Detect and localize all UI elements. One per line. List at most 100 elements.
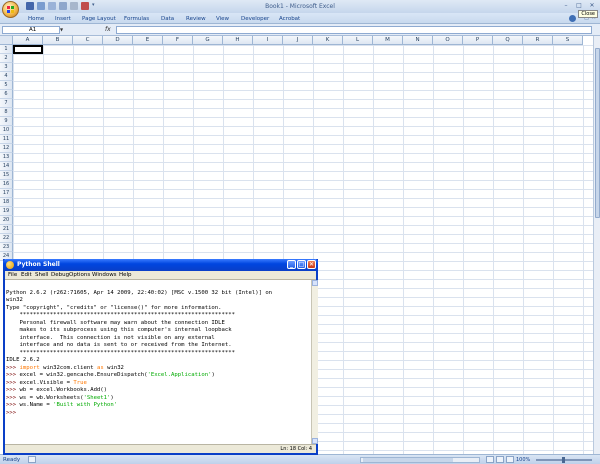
minimize-icon[interactable]: – [560,1,572,10]
code-line: >>> import win32com.client as win32 [6,365,311,373]
formula-input[interactable] [116,26,592,34]
py-minimize-icon[interactable]: _ [287,260,296,269]
zoom-level[interactable]: 100% [516,457,530,463]
python-shell-title-bar[interactable]: Python Shell _ □ ✕ [3,259,318,271]
column-header[interactable]: I [253,36,283,45]
column-header[interactable]: A [13,36,43,45]
scroll-up-icon[interactable] [312,280,318,286]
prompt: >>> [6,364,17,371]
row-header[interactable]: 18 [0,198,13,207]
menu-options[interactable]: Options [69,272,90,278]
row-header[interactable]: 7 [0,99,13,108]
sheet-vertical-scrollbar[interactable] [593,36,600,454]
row-header[interactable]: 5 [0,81,13,90]
python-icon [6,261,14,269]
column-header[interactable]: P [463,36,493,45]
help-icon[interactable] [568,15,576,22]
active-cell[interactable] [13,45,43,54]
python-shell-output[interactable]: Python 2.6.2 (r262:71605, Apr 14 2009, 2… [6,282,311,444]
zoom-slider[interactable] [536,457,592,463]
row-header[interactable]: 10 [0,126,13,135]
hscroll-thumb[interactable] [363,458,453,462]
scroll-thumb[interactable] [595,48,600,218]
tab-page-layout[interactable]: Page Layout [82,16,116,22]
column-header[interactable]: E [133,36,163,45]
tab-review[interactable]: Review [186,16,206,22]
tab-data[interactable]: Data [161,16,174,22]
string-literal: 'Excel.Application' [147,372,212,378]
column-header[interactable]: B [43,36,73,45]
row-header[interactable]: 17 [0,189,13,198]
column-header[interactable]: L [343,36,373,45]
status-bar: Ready 100% [0,454,600,464]
keyword: as [96,364,104,371]
row-header[interactable]: 22 [0,234,13,243]
row-header[interactable]: 14 [0,162,13,171]
column-header[interactable]: D [103,36,133,45]
column-header[interactable]: S [553,36,583,45]
menu-shell[interactable]: Shell [35,272,48,278]
column-header[interactable]: J [283,36,313,45]
zoom-slider-knob[interactable] [562,457,565,463]
row-header[interactable]: 11 [0,135,13,144]
normal-view-icon[interactable] [486,456,494,463]
prompt: >>> [6,379,17,386]
tab-insert[interactable]: Insert [55,16,71,22]
row-header[interactable]: 19 [0,207,13,216]
name-box[interactable]: A1 [2,26,60,34]
tab-formulas[interactable]: Formulas [124,16,149,22]
py-close-icon[interactable]: ✕ [307,260,316,269]
column-header[interactable]: C [73,36,103,45]
row-header[interactable]: 1 [0,45,13,54]
page-layout-view-icon[interactable] [496,456,504,463]
string-literal: 'Sheet1' [83,394,111,401]
formula-bar: A1 ▼ fx [0,24,600,36]
column-header[interactable]: K [313,36,343,45]
name-box-dropdown-icon[interactable]: ▼ [60,27,63,32]
tab-view[interactable]: View [216,16,229,22]
column-header[interactable]: O [433,36,463,45]
column-header[interactable]: Q [493,36,523,45]
column-header[interactable]: F [163,36,193,45]
py-maximize-icon[interactable]: □ [297,260,306,269]
code-line: >>> ws = wb.Worksheets('Sheet1') [6,395,311,403]
tab-acrobat[interactable]: Acrobat [279,16,300,22]
close-icon[interactable]: ✕ [586,1,598,10]
row-header[interactable]: 21 [0,225,13,234]
menu-debug[interactable]: Debug [51,272,69,278]
sheet-horizontal-scrollbar[interactable] [360,457,480,463]
select-all-corner[interactable] [0,36,13,45]
row-header[interactable]: 3 [0,63,13,72]
row-header[interactable]: 13 [0,153,13,162]
menu-help[interactable]: Help [119,272,132,278]
tab-developer[interactable]: Developer [241,16,269,22]
row-header[interactable]: 20 [0,216,13,225]
page-break-view-icon[interactable] [506,456,514,463]
office-button[interactable] [2,1,19,18]
column-header[interactable]: R [523,36,553,45]
menu-edit[interactable]: Edit [21,272,32,278]
python-vertical-scrollbar[interactable] [311,280,318,444]
row-header[interactable]: 8 [0,108,13,117]
row-header[interactable]: 6 [0,90,13,99]
row-header[interactable]: 23 [0,243,13,252]
row-header[interactable]: 2 [0,54,13,63]
insert-function-icon[interactable]: fx [105,26,111,33]
code-line: >>> excel.Visible = True [6,380,311,388]
column-header[interactable]: M [373,36,403,45]
python-shell-title: Python Shell [17,261,60,268]
macro-record-icon[interactable] [28,456,36,463]
banner-line: Personal firewall software may warn abou… [6,319,225,326]
column-header[interactable]: G [193,36,223,45]
column-header[interactable]: N [403,36,433,45]
row-header[interactable]: 16 [0,180,13,189]
restore-icon[interactable]: □ [573,1,585,10]
tab-home[interactable]: Home [28,16,44,22]
row-header[interactable]: 4 [0,72,13,81]
column-header[interactable]: H [223,36,253,45]
menu-windows[interactable]: Windows [92,272,117,278]
menu-file[interactable]: File [8,272,17,278]
row-header[interactable]: 9 [0,117,13,126]
row-header[interactable]: 15 [0,171,13,180]
row-header[interactable]: 12 [0,144,13,153]
